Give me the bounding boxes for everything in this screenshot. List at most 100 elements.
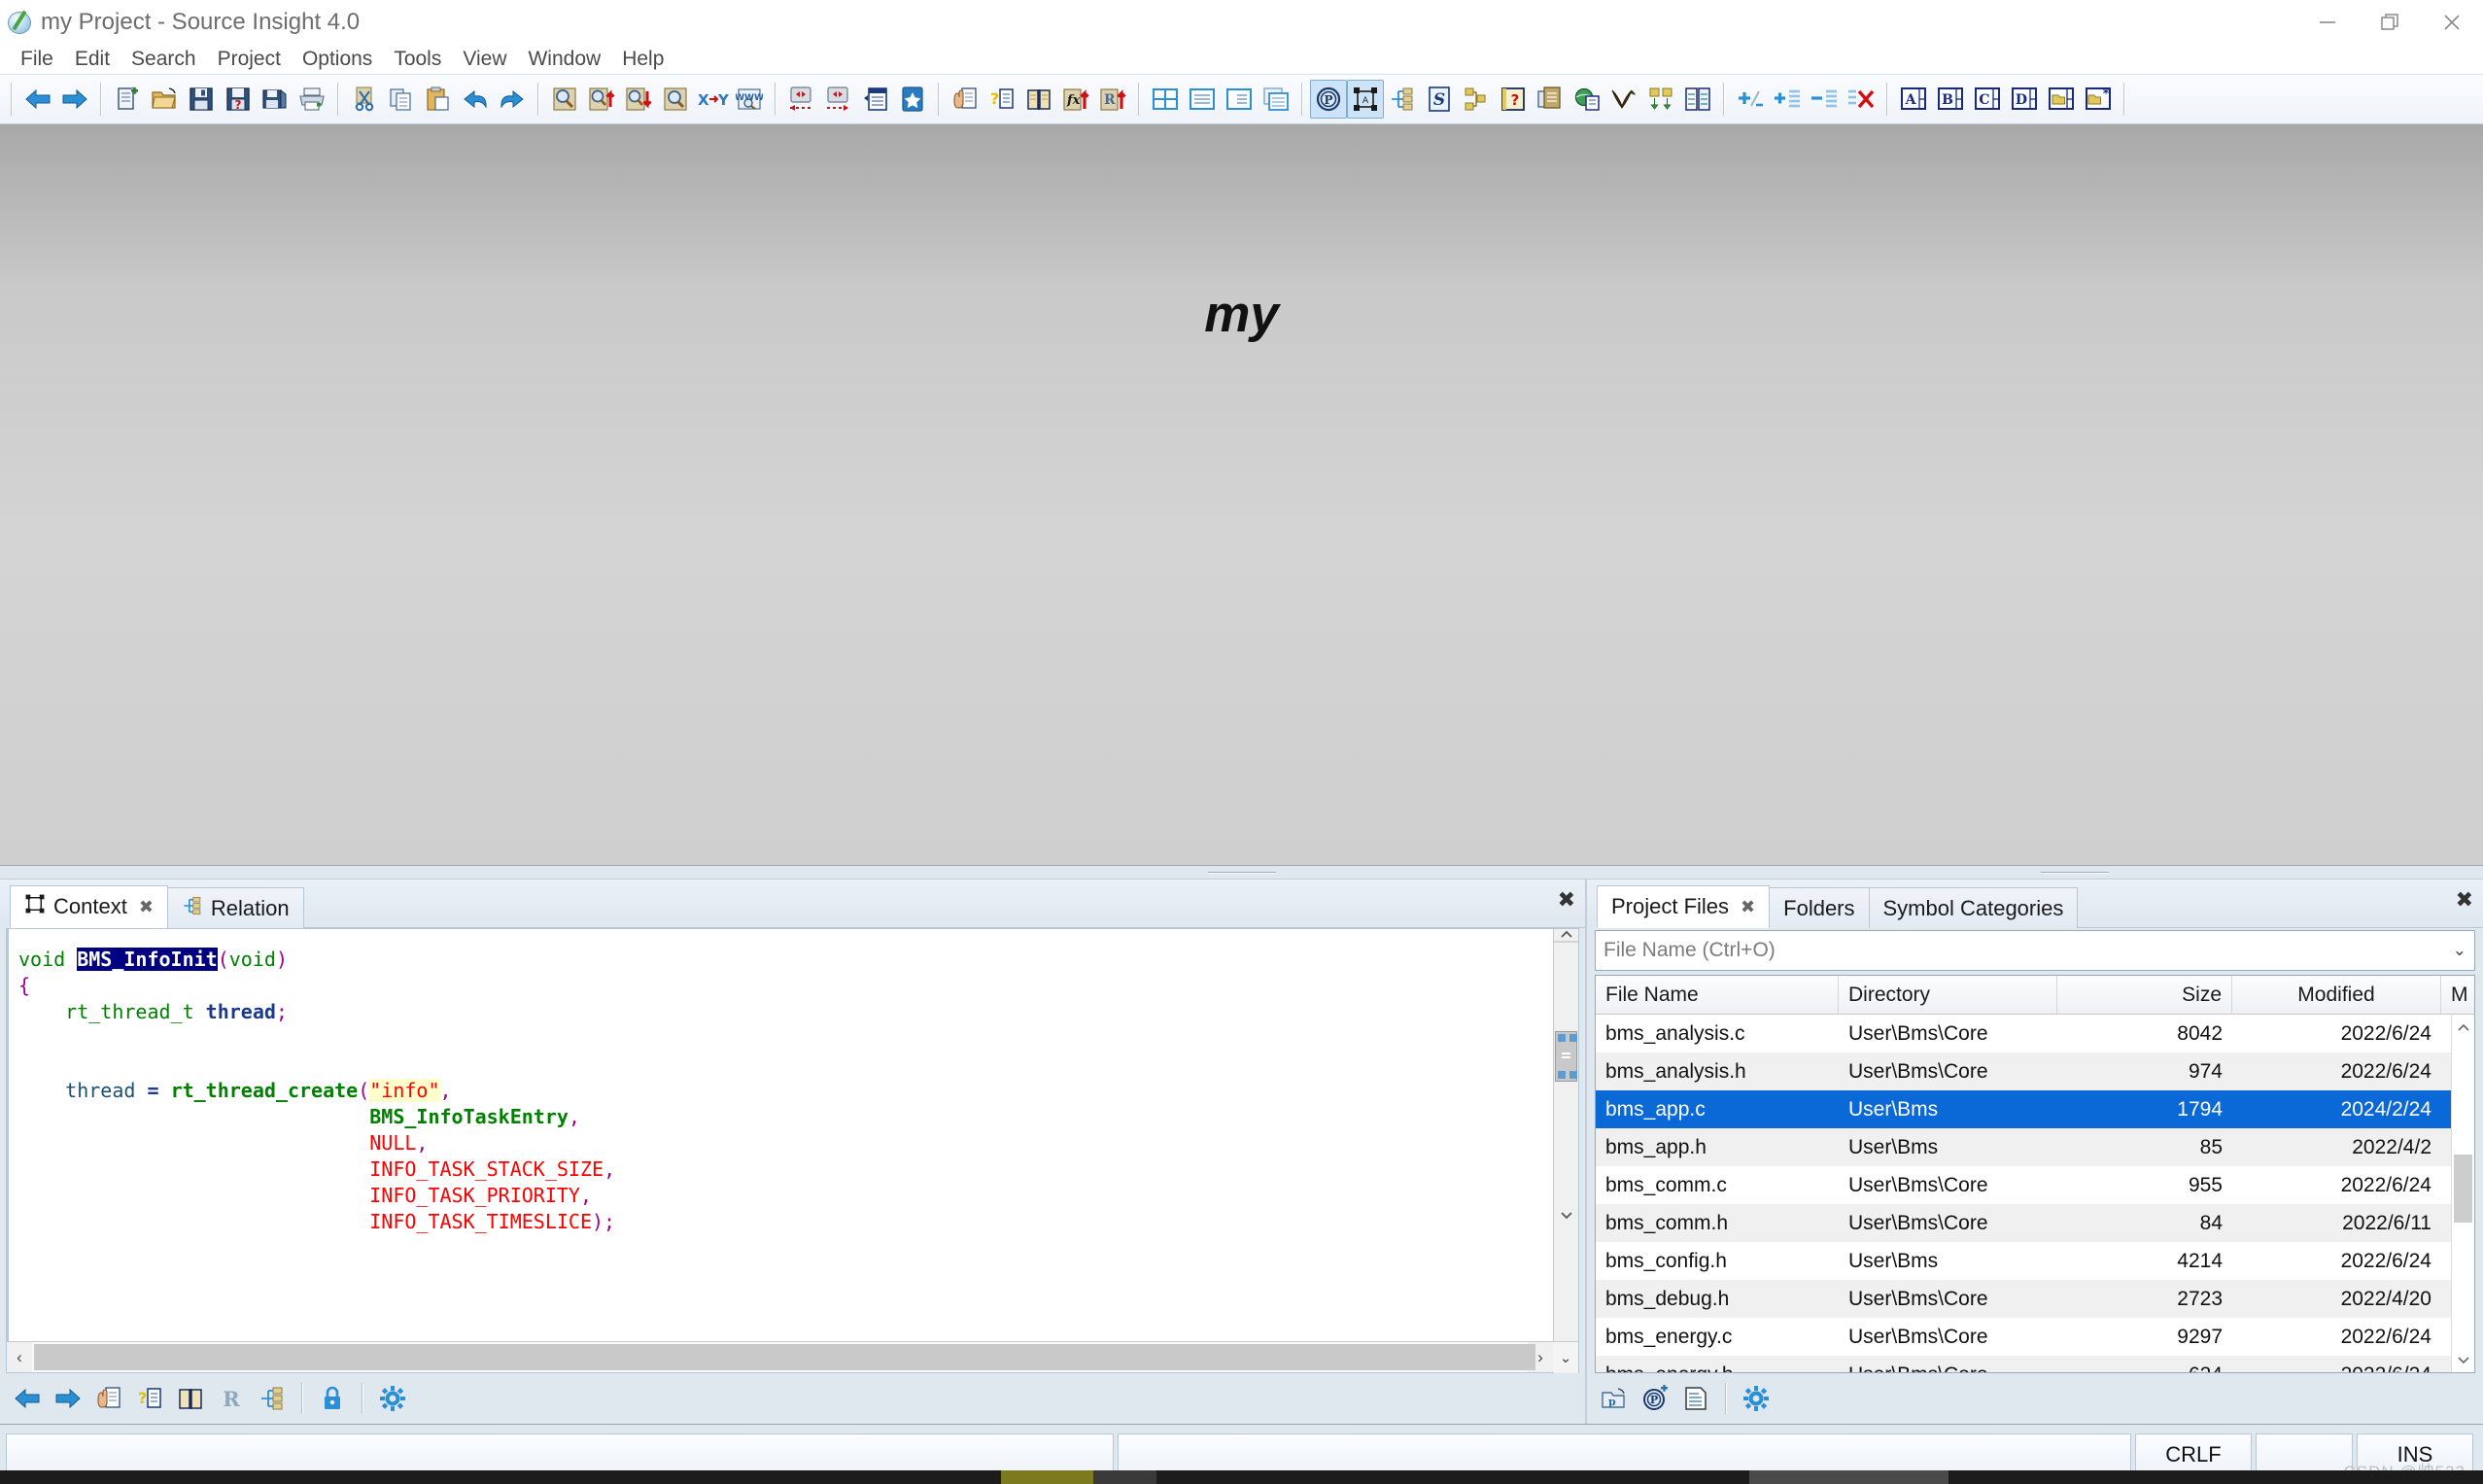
horizontal-splitter[interactable] [0,866,2483,880]
clip-window-icon[interactable] [1532,80,1569,119]
menu-file[interactable]: File [10,45,64,74]
magnifier-files-icon[interactable] [657,80,694,119]
bird-icon[interactable] [1605,80,1642,119]
minus-lines-icon[interactable] [1806,80,1843,119]
column-header-m[interactable]: M [2441,976,2474,1014]
magnifier-icon[interactable] [546,80,583,119]
bookmark-c-icon[interactable]: C [1969,80,2006,119]
tab-symbol-categories[interactable]: Symbol Categories [1868,887,2079,928]
menu-project[interactable]: Project [207,45,292,74]
star-book-icon[interactable] [894,80,931,119]
clear-lines-x-icon[interactable] [1843,80,1879,119]
column-header-modified[interactable]: Modified [2232,976,2441,1014]
open-folder-icon[interactable] [146,80,183,119]
tile-grid-icon[interactable] [1147,80,1184,119]
table-row[interactable]: bms_comm.c User\Bms\Core 955 2022/6/24 [1596,1166,2451,1204]
x-to-y-icon[interactable]: XY [694,80,731,119]
undo-arrow-icon[interactable] [457,80,494,119]
minimize-icon[interactable] [2296,0,2359,45]
context-forward-button[interactable] [49,1378,87,1419]
magnifier-down-icon[interactable] [620,80,657,119]
scroll-corner[interactable]: ⌄ [1553,1342,1578,1372]
code-hscroll-thumb[interactable] [34,1344,1535,1370]
menu-edit[interactable]: Edit [64,45,121,74]
scissors-icon[interactable] [346,80,383,119]
scroll-up-button[interactable] [1554,929,1578,942]
context-panel-close-icon[interactable]: ✖ [1558,887,1575,913]
bookmark-a-icon[interactable]: A [1895,80,1932,119]
table-row[interactable]: bms_debug.h User\Bms\Core 2723 2022/4/20 [1596,1280,2451,1318]
compare-files-icon[interactable] [1679,80,1716,119]
context-symbol-info-button[interactable]: ? [130,1378,169,1419]
table-row[interactable]: bms_app.h User\Bms 85 2022/4/2 [1596,1128,2451,1166]
tile-split-icon[interactable] [1221,80,1258,119]
project-panel-close-icon[interactable]: ✖ [2456,887,2473,913]
code-text[interactable]: void BMS_InfoInit(void) { rt_thread_t th… [7,929,1553,1341]
context-references-icon[interactable]: R [212,1378,251,1419]
project-p-icon[interactable]: P [1310,80,1347,119]
project-add-icon[interactable]: P [1636,1378,1674,1419]
menu-help[interactable]: Help [611,45,674,74]
tab-project-files-close-icon[interactable]: ✖ [1741,897,1755,917]
open-book-icon[interactable] [1020,80,1057,119]
jump-left-icon[interactable] [783,80,820,119]
folder-new-icon[interactable]: * [2080,80,2117,119]
table-row[interactable]: bms_analysis.h User\Bms\Core 974 2022/6/… [1596,1053,2451,1090]
file-list-icon[interactable] [1676,1378,1715,1419]
editor-workspace[interactable]: my [0,124,2483,866]
chevron-down-icon[interactable]: ⌄ [2445,941,2466,960]
menu-tools[interactable]: Tools [383,45,452,74]
context-back-button[interactable] [8,1378,47,1419]
redo-arrow-icon[interactable] [494,80,531,119]
table-scroll-down-button[interactable] [2452,1347,2474,1372]
context-relation-tree-icon[interactable] [253,1378,292,1419]
globe-document-icon[interactable] [1569,80,1605,119]
www-search-icon[interactable]: WWW [731,80,768,119]
menu-view[interactable]: View [452,45,517,74]
table-row[interactable]: bms_comm.h User\Bms\Core 84 2022/6/11 [1596,1204,2451,1242]
floppy-save-icon[interactable] [183,80,220,119]
tab-folders[interactable]: Folders [1769,887,1870,928]
table-scroll-thumb[interactable] [2454,1155,2472,1223]
menu-window[interactable]: Window [517,45,611,74]
hand-document-icon[interactable] [947,80,983,119]
scroll-left-button[interactable]: ‹ [7,1342,32,1372]
column-header-size[interactable]: Size [2057,976,2232,1014]
code-horizontal-scrollbar[interactable]: ‹ › ⌄ [7,1341,1578,1372]
column-header-file-name[interactable]: File Name [1596,976,1839,1014]
magnifier-up-icon[interactable] [583,80,620,119]
ref-up-icon[interactable]: R [1094,80,1131,119]
menu-options[interactable]: Options [292,45,383,74]
copy-icon[interactable] [383,80,420,119]
clipboard-paste-icon[interactable] [420,80,457,119]
question-document-icon[interactable]: ? [983,80,1020,119]
class-tree-icon[interactable] [1458,80,1495,119]
table-vertical-scrollbar[interactable] [2451,1015,2474,1372]
fx-up-icon[interactable]: fx [1057,80,1094,119]
back-button[interactable] [19,80,56,119]
table-row[interactable]: bms_analysis.c User\Bms\Core 8042 2022/6… [1596,1015,2451,1053]
gear-icon[interactable] [373,1378,412,1419]
context-open-book-icon[interactable] [171,1378,210,1419]
smart-rename-icon[interactable]: ? [1495,80,1532,119]
context-hand-document-icon[interactable] [89,1378,128,1419]
file-name-search-input[interactable] [1604,939,2445,962]
context-frame-icon[interactable]: A [1347,80,1384,119]
document-list-icon[interactable] [857,80,894,119]
table-scroll-track[interactable] [2452,1040,2474,1347]
table-row[interactable]: bms_energy.c User\Bms\Core 9297 2022/6/2… [1596,1318,2451,1356]
open-project-icon[interactable]: p [1595,1378,1634,1419]
new-document-icon[interactable] [109,80,146,119]
menu-search[interactable]: Search [121,45,207,74]
jump-right-icon[interactable] [820,80,857,119]
code-scroll-thumb[interactable] [1555,1031,1577,1082]
lock-icon[interactable] [313,1378,352,1419]
table-scroll-up-button[interactable] [2452,1015,2474,1040]
restore-icon[interactable] [2359,0,2421,45]
floppy-save-as-icon[interactable]: ? [220,80,257,119]
tab-relation[interactable]: Relation [166,887,304,928]
table-row[interactable]: bms_config.h User\Bms 4214 2022/6/24 [1596,1242,2451,1280]
status-line-ending[interactable]: CRLF [2135,1432,2252,1476]
printer-icon[interactable] [293,80,330,119]
file-name-search[interactable]: ⌄ [1595,930,2475,971]
